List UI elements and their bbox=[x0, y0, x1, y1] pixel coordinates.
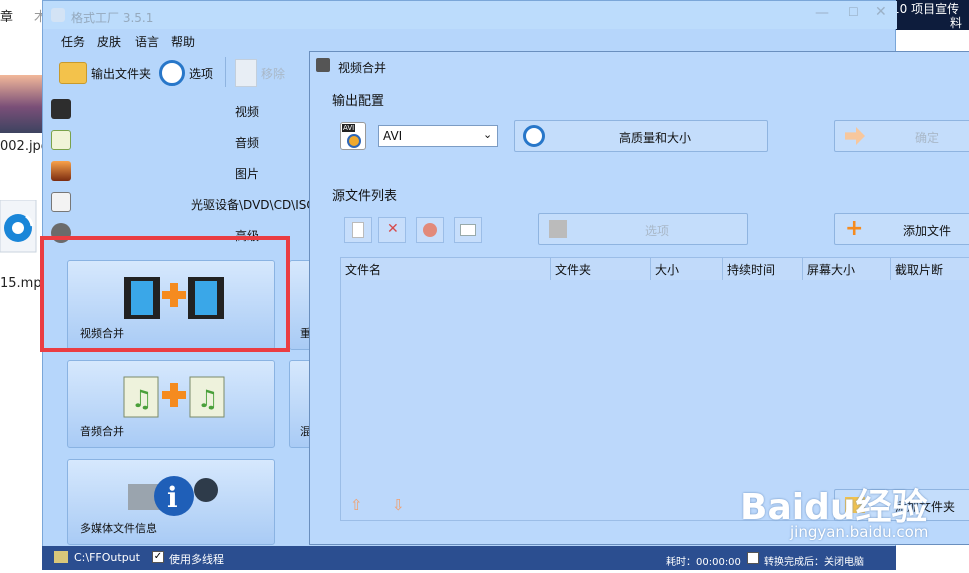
options-icon bbox=[159, 60, 185, 86]
audio-merge-tile[interactable]: ♫ ♫ 音频合并 bbox=[67, 360, 275, 448]
video-category-icon bbox=[51, 99, 71, 119]
quality-size-label: 高质量和大小 bbox=[619, 131, 692, 145]
media-info-label: 多媒体文件信息 bbox=[80, 522, 157, 535]
document-icon bbox=[235, 59, 257, 87]
svg-text:♫: ♫ bbox=[131, 385, 153, 413]
clip-options-button[interactable]: 选项 bbox=[538, 213, 748, 245]
move-down-icon[interactable]: ⇩ bbox=[392, 496, 405, 514]
video-filename[interactable]: 15.mp bbox=[0, 276, 42, 291]
options-button[interactable]: 选项 bbox=[159, 57, 213, 89]
close-icon[interactable]: ✕ bbox=[875, 4, 887, 20]
folder-small-icon bbox=[54, 551, 68, 563]
add-file-label: 添加文件 bbox=[903, 224, 952, 238]
menu-language[interactable]: 语言 bbox=[135, 33, 159, 50]
audio-merge-icon: ♫ ♫ bbox=[123, 376, 225, 418]
col-screen-size[interactable]: 屏幕大小 bbox=[803, 258, 891, 280]
output-folder-button[interactable]: 输出文件夹 bbox=[59, 57, 151, 89]
info-button[interactable] bbox=[454, 217, 482, 243]
avi-format-icon: AVI bbox=[340, 122, 366, 150]
highlight-box bbox=[40, 236, 290, 352]
play-icon bbox=[423, 223, 437, 237]
drive-category-icon bbox=[51, 192, 71, 212]
video-file-icon[interactable] bbox=[0, 200, 40, 256]
plus-icon: + bbox=[845, 216, 864, 241]
remove-label: 移除 bbox=[261, 66, 286, 81]
dialog-app-icon bbox=[316, 58, 330, 72]
top-right-text-2: 料 bbox=[950, 16, 963, 30]
category-audio[interactable]: 音频 bbox=[235, 134, 259, 151]
multithread-checkbox[interactable]: ✓ bbox=[152, 551, 164, 563]
audio-category-icon bbox=[51, 130, 71, 150]
folder-icon bbox=[59, 62, 87, 84]
arrow-right-icon bbox=[845, 127, 865, 145]
svg-text:♫: ♫ bbox=[197, 385, 219, 413]
maximize-icon[interactable]: ☐ bbox=[848, 5, 859, 19]
format-selected-value: AVI bbox=[383, 129, 403, 143]
explorer-tab-label[interactable]: 章 bbox=[0, 6, 13, 25]
play-button[interactable] bbox=[416, 217, 444, 243]
output-config-heading: 输出配置 bbox=[332, 94, 385, 109]
toolbar-divider bbox=[225, 57, 226, 87]
chevron-down-icon: ⌄ bbox=[483, 128, 493, 141]
image-thumbnail[interactable] bbox=[0, 75, 42, 133]
col-size[interactable]: 大小 bbox=[651, 258, 723, 280]
format-select[interactable]: AVI ⌄ bbox=[378, 125, 498, 147]
audio-merge-label: 音频合并 bbox=[80, 425, 124, 438]
shutdown-checkbox[interactable] bbox=[747, 552, 759, 564]
source-list-heading: 源文件列表 bbox=[332, 189, 398, 204]
output-path[interactable]: C:\FFOutput bbox=[74, 551, 140, 564]
image-category-icon bbox=[51, 161, 71, 181]
quality-size-button[interactable]: 高质量和大小 bbox=[514, 120, 768, 152]
move-up-icon[interactable]: ⇧ bbox=[350, 496, 363, 514]
output-folder-label: 输出文件夹 bbox=[91, 66, 152, 81]
watermark-url: jingyan.baidu.com bbox=[790, 523, 929, 541]
col-folder[interactable]: 文件夹 bbox=[551, 258, 651, 280]
menu-skin[interactable]: 皮肤 bbox=[97, 33, 121, 50]
menu-task[interactable]: 任务 bbox=[61, 33, 85, 50]
delete-item-button[interactable]: ✕ bbox=[378, 217, 406, 243]
clip-options-label: 选项 bbox=[645, 224, 670, 238]
minimize-icon[interactable]: — bbox=[815, 5, 829, 21]
category-image[interactable]: 图片 bbox=[235, 165, 259, 182]
dialog-title: 视频合并 bbox=[338, 61, 387, 75]
remove-button[interactable]: 移除 bbox=[235, 57, 285, 89]
settings-icon bbox=[523, 125, 545, 147]
video-merge-dialog: 视频合并 输出配置 AVI AVI ⌄ 高质量和大小 确定 源文件列表 ✕ 选项… bbox=[309, 51, 969, 545]
status-bar: C:\FFOutput ✓ 使用多线程 耗时：00:00:00 转换完成后：关闭… bbox=[42, 546, 896, 570]
menu-bar: 任务 皮肤 语言 帮助 bbox=[43, 29, 897, 51]
info-icon bbox=[460, 224, 476, 236]
svg-text:i: i bbox=[167, 481, 178, 514]
options-label: 选项 bbox=[189, 66, 214, 81]
dialog-title-bar: 视频合并 bbox=[310, 52, 969, 80]
col-duration[interactable]: 持续时间 bbox=[723, 258, 803, 280]
main-title-bar: 格式工厂 3.5.1 — ☐ ✕ bbox=[43, 1, 897, 29]
delete-icon: ✕ bbox=[387, 221, 399, 237]
new-file-icon bbox=[352, 222, 364, 238]
add-file-button[interactable]: + 添加文件 bbox=[834, 213, 969, 245]
col-clip[interactable]: 截取片断 bbox=[891, 258, 969, 280]
ok-button[interactable]: 确定 bbox=[834, 120, 969, 152]
app-icon bbox=[51, 8, 65, 22]
main-title: 格式工厂 3.5.1 bbox=[71, 11, 154, 25]
film-clip-icon bbox=[549, 220, 567, 238]
elapsed-time: 耗时：00:00:00 bbox=[666, 557, 741, 568]
new-item-button[interactable] bbox=[344, 217, 372, 243]
menu-help[interactable]: 帮助 bbox=[171, 33, 195, 50]
media-info-tile[interactable]: i 多媒体文件信息 bbox=[67, 459, 275, 545]
watermark-text: Baidu经验 bbox=[740, 487, 928, 528]
col-filename[interactable]: 文件名 bbox=[341, 258, 551, 280]
category-disc[interactable]: 光驱设备\DVD\CD\ISO bbox=[191, 196, 316, 213]
multithread-label: 使用多线程 bbox=[169, 553, 224, 566]
category-video[interactable]: 视频 bbox=[235, 103, 259, 120]
after-convert-label: 转换完成后：关闭电脑 bbox=[764, 557, 864, 568]
ok-label: 确定 bbox=[915, 131, 940, 145]
media-info-icon: i bbox=[128, 476, 218, 516]
